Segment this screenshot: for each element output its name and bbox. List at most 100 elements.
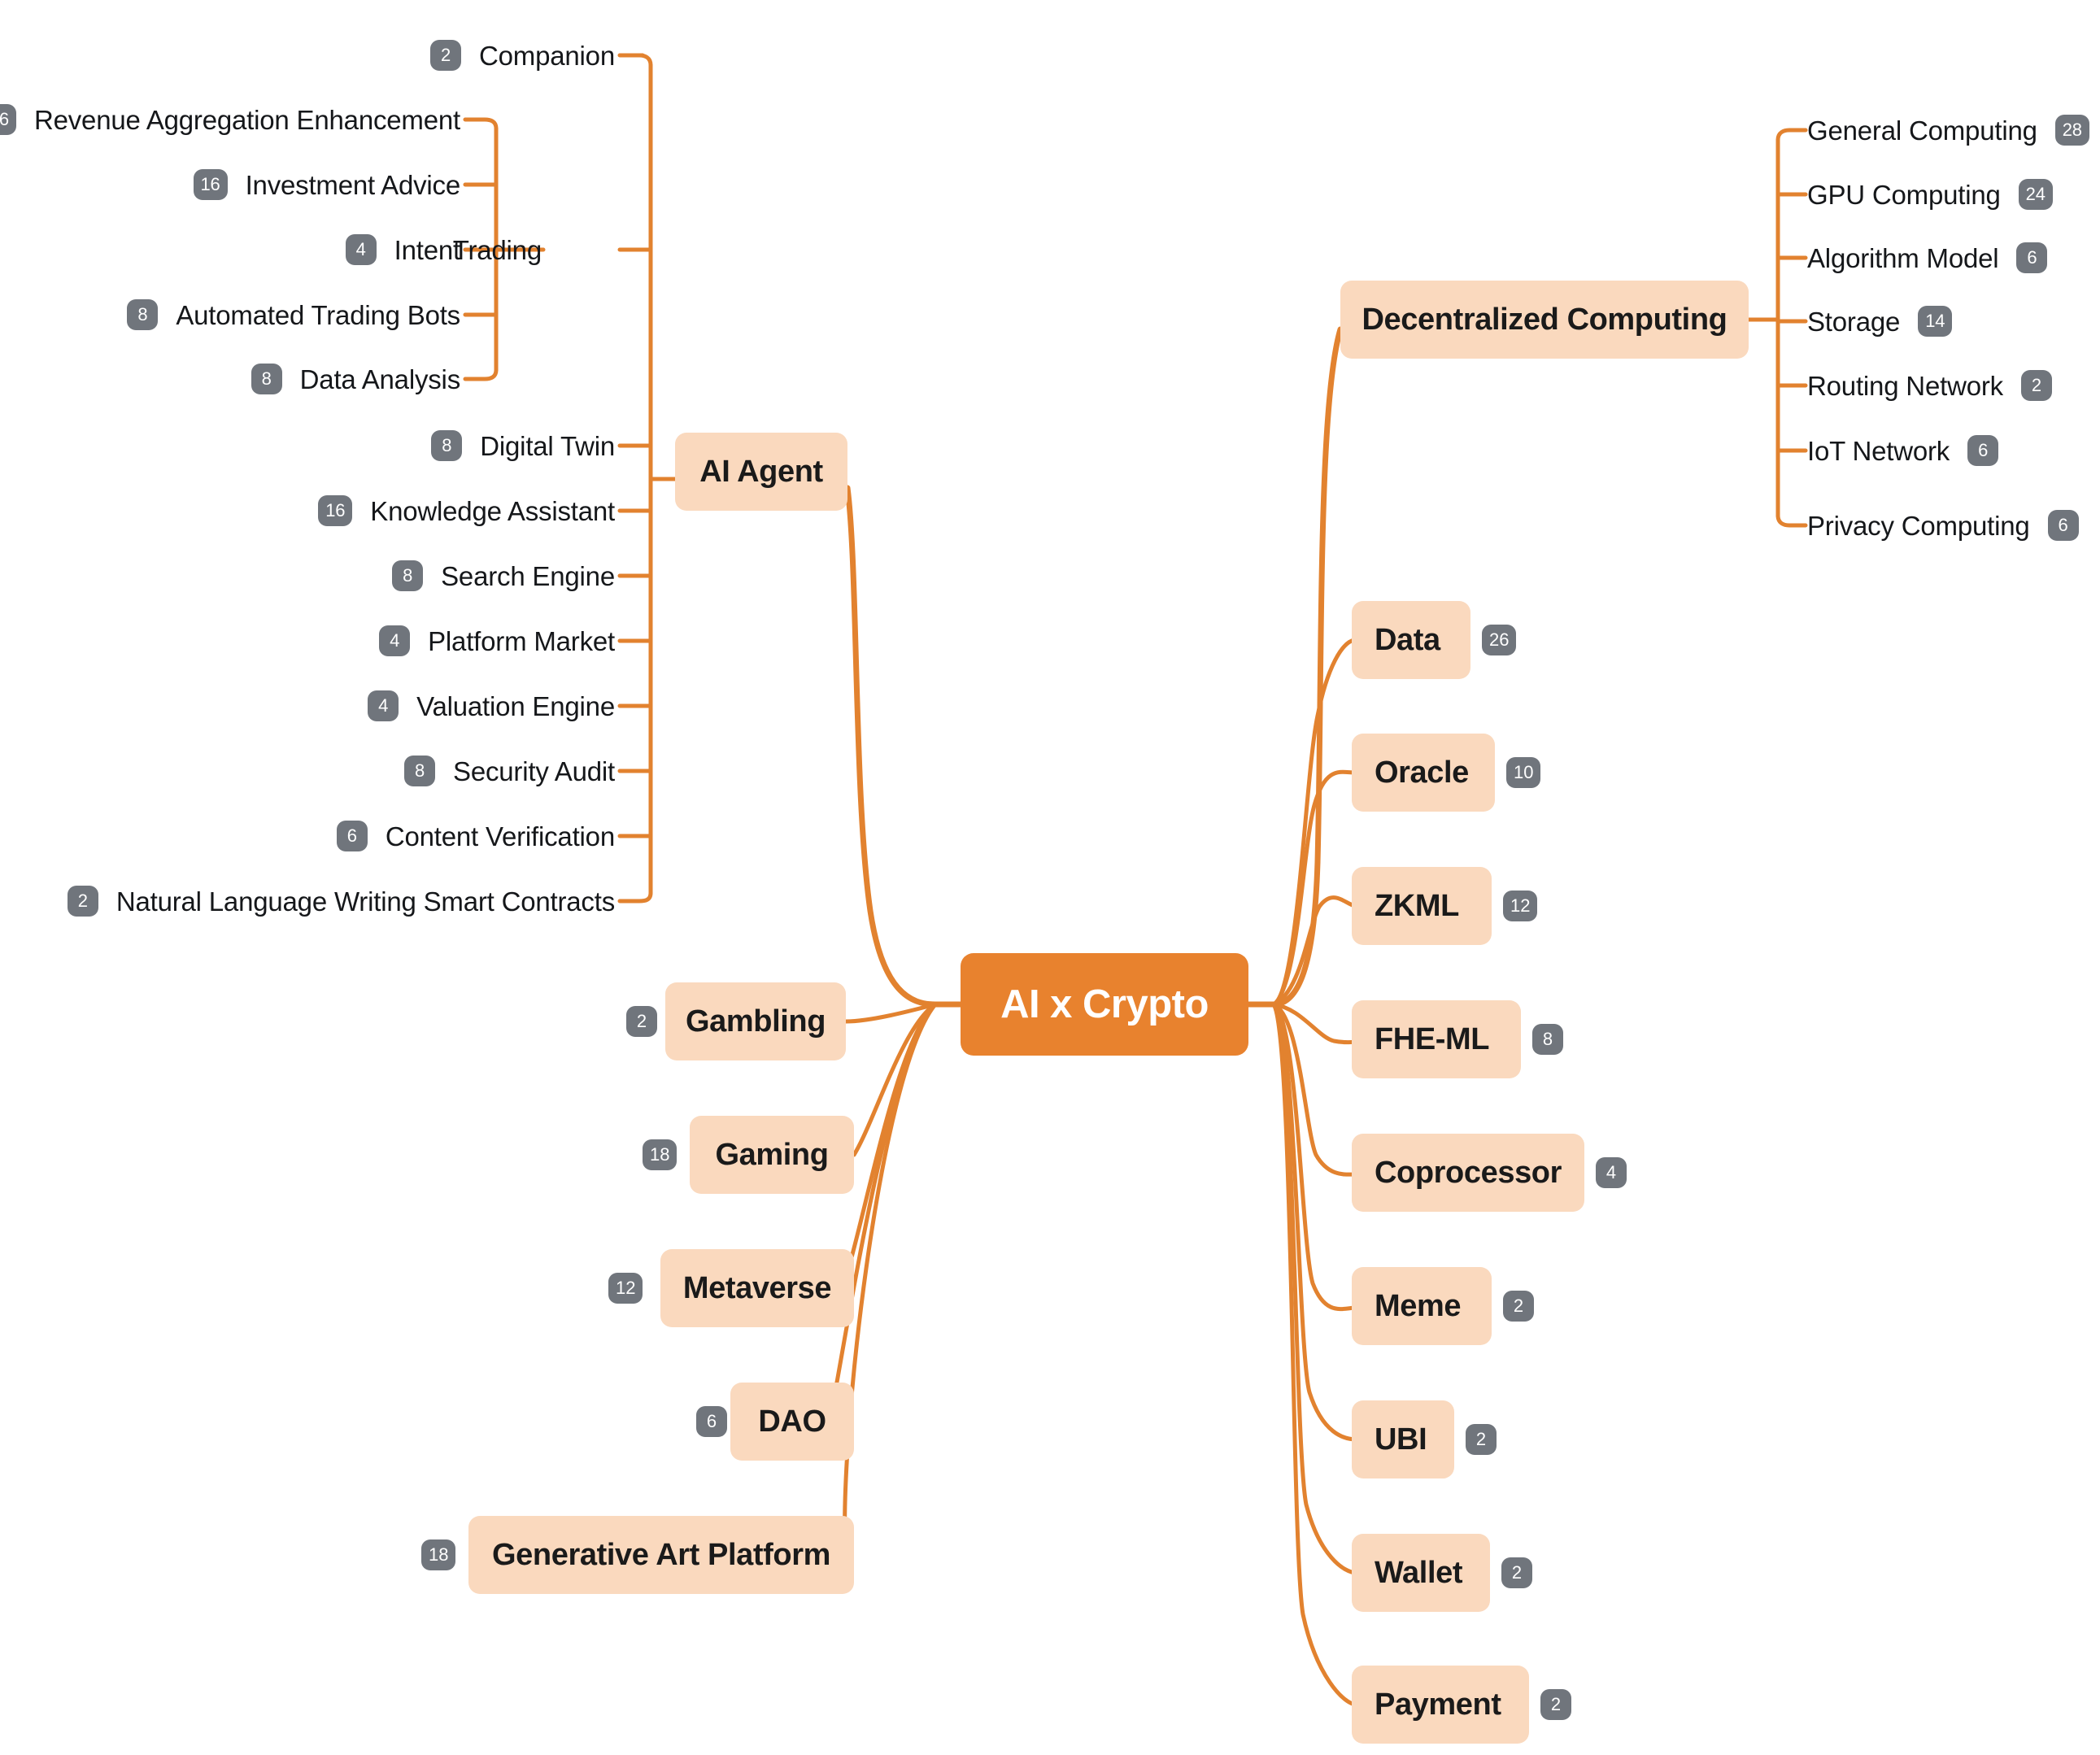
leaf-digital-twin[interactable]: 8 Digital Twin	[46, 428, 615, 464]
connector-root-to-coprocessor	[1271, 1002, 1359, 1177]
leaf-label: Trading	[452, 234, 542, 265]
leaf-automated-trading-bots[interactable]: 8 Automated Trading Bots	[21, 297, 460, 333]
leaf-privacy-computing[interactable]: Privacy Computing 6	[1807, 507, 2079, 543]
leaf-count-badge: 8	[251, 364, 282, 394]
branch-count-badge-gaming: 18	[643, 1139, 677, 1170]
leaf-companion[interactable]: 2 Companion	[46, 37, 615, 73]
leaf-count-badge: 6	[336, 821, 368, 851]
branch-count-badge-oracle: 10	[1506, 757, 1541, 788]
leaf-platform-market[interactable]: 4 Platform Market	[46, 623, 615, 659]
leaf-count-badge: 8	[127, 299, 159, 330]
leaf-count-badge: 6	[1967, 435, 1999, 466]
leaf-search-engine[interactable]: 8 Search Engine	[46, 558, 615, 594]
branch-node-meme[interactable]: Meme	[1352, 1267, 1492, 1345]
branch-node-dao[interactable]: DAO	[730, 1383, 854, 1461]
branch-node-label: UBI	[1375, 1422, 1427, 1457]
connector-root-to-generative-art	[843, 1002, 938, 1557]
leaf-count-badge: 24	[2018, 179, 2053, 210]
leaf-content-verification[interactable]: 6 Content Verification	[46, 818, 615, 854]
leaf-natural-language-writing-smart-contracts[interactable]: 2 Natural Language Writing Smart Contrac…	[46, 883, 615, 919]
leaf-count-badge: 8	[392, 560, 424, 591]
leaf-algorithm-model[interactable]: Algorithm Model 6	[1807, 240, 2048, 276]
branch-node-fhe-ml[interactable]: FHE-ML	[1352, 1000, 1521, 1078]
leaf-label: Data Analysis	[299, 364, 461, 394]
connector-root-to-ai-agent	[844, 485, 939, 1008]
connector-root-to-data	[1271, 638, 1357, 1007]
branch-node-label: Gaming	[715, 1137, 829, 1172]
leaf-revenue-aggregation-enhancement[interactable]: 16 Revenue Aggregation Enhancement	[0, 102, 460, 137]
branch-count-badge-meme: 2	[1503, 1291, 1534, 1322]
branch-node-oracle[interactable]: Oracle	[1352, 734, 1495, 812]
connector-root-to-decentralized-computing	[1270, 326, 1344, 1008]
branch-node-coprocessor[interactable]: Coprocessor	[1352, 1134, 1584, 1212]
connector-dc-leaf-general	[1775, 128, 1808, 142]
branch-node-metaverse[interactable]: Metaverse	[660, 1249, 854, 1327]
branch-node-generative-art-platform[interactable]: Generative Art Platform	[468, 1516, 854, 1594]
connector-root-to-oracle	[1271, 769, 1357, 1007]
leaf-count-badge: 6	[2047, 510, 2079, 541]
leaf-label: Automated Trading Bots	[176, 299, 460, 330]
connector-root-to-fhe-ml	[1271, 1002, 1362, 1045]
leaf-label: Knowledge Assistant	[370, 495, 615, 526]
leaf-count-badge: 8	[404, 756, 436, 786]
connector-leaf-companion-arm	[617, 53, 653, 68]
connector-trading-leaf-analysis	[463, 368, 499, 381]
leaf-knowledge-assistant[interactable]: 16 Knowledge Assistant	[46, 493, 615, 529]
leaf-count-badge: 28	[2054, 115, 2089, 146]
branch-node-wallet[interactable]: Wallet	[1352, 1534, 1490, 1612]
leaf-security-audit[interactable]: 8 Security Audit	[46, 753, 615, 789]
leaf-count-badge: 4	[368, 690, 399, 721]
branch-node-data[interactable]: Data	[1352, 601, 1470, 679]
branch-node-gambling[interactable]: Gambling	[665, 982, 846, 1060]
branch-count-badge-metaverse: 12	[608, 1273, 643, 1304]
branch-node-gaming[interactable]: Gaming	[690, 1116, 854, 1194]
leaf-count-badge: 4	[345, 234, 377, 265]
leaf-storage[interactable]: Storage 14	[1807, 303, 1953, 339]
leaf-investment-advice[interactable]: 16 Investment Advice	[21, 167, 460, 202]
leaf-count-badge: 6	[2016, 242, 2048, 273]
leaf-iot-network[interactable]: IoT Network 6	[1807, 433, 1999, 468]
connector-root-to-metaverse	[839, 1002, 938, 1291]
leaf-gpu-computing[interactable]: GPU Computing 24	[1807, 176, 2053, 212]
leaf-label: Intent	[394, 234, 461, 265]
leaf-intent[interactable]: 4 Intent	[21, 232, 460, 268]
branch-node-decentralized-computing[interactable]: Decentralized Computing	[1340, 281, 1749, 359]
root-node-ai-x-crypto[interactable]: AI x Crypto	[961, 953, 1248, 1056]
branch-node-label: ZKML	[1375, 888, 1459, 923]
leaf-data-analysis[interactable]: 8 Data Analysis	[21, 361, 460, 397]
branch-node-ai-agent[interactable]: AI Agent	[675, 433, 847, 511]
mindmap-canvas: AI x Crypto AI Agent 2 Companion Trading…	[0, 0, 2100, 1755]
branch-count-badge-coprocessor: 4	[1596, 1157, 1627, 1188]
branch-node-label: Meme	[1375, 1288, 1462, 1323]
branch-node-ubi[interactable]: UBI	[1352, 1400, 1454, 1478]
leaf-label: Security Audit	[453, 756, 615, 786]
connector-root-to-gambling	[843, 1002, 938, 1024]
connector-root-to-zkml	[1271, 895, 1359, 1007]
branch-node-label: Payment	[1375, 1687, 1501, 1722]
connector-root-to-ubi	[1271, 1002, 1359, 1442]
connector-trading-leaf-revenue	[463, 117, 499, 131]
branch-count-badge-ubi: 2	[1466, 1424, 1497, 1455]
branch-node-label: Wallet	[1375, 1555, 1463, 1590]
leaf-count-badge: 16	[193, 169, 228, 200]
leaf-routing-network[interactable]: Routing Network 2	[1807, 368, 2052, 403]
branch-node-zkml[interactable]: ZKML	[1352, 867, 1492, 945]
leaf-count-badge: 8	[431, 430, 463, 461]
leaf-label: Revenue Aggregation Enhancement	[33, 104, 460, 135]
branch-node-label: Data	[1375, 622, 1440, 657]
branch-node-payment[interactable]: Payment	[1352, 1666, 1529, 1744]
leaf-count-badge: 14	[1918, 306, 1953, 337]
branch-count-badge-payment: 2	[1540, 1689, 1571, 1720]
leaf-valuation-engine[interactable]: 4 Valuation Engine	[46, 688, 615, 724]
branch-node-label: FHE-ML	[1375, 1021, 1490, 1056]
leaf-label: Privacy Computing	[1807, 510, 2030, 541]
leaf-general-computing[interactable]: General Computing 28	[1807, 112, 2089, 148]
branch-node-label: Metaverse	[682, 1270, 832, 1305]
connector-root-to-wallet	[1271, 1002, 1359, 1575]
connector-root-to-meme	[1271, 1002, 1359, 1312]
leaf-label: Routing Network	[1807, 370, 2003, 401]
leaf-count-badge: 4	[379, 625, 411, 656]
branch-count-badge-fhe-ml: 8	[1532, 1024, 1563, 1055]
leaf-label: IoT Network	[1807, 435, 1950, 466]
connector-dc-leaf-privacy	[1775, 513, 1808, 528]
